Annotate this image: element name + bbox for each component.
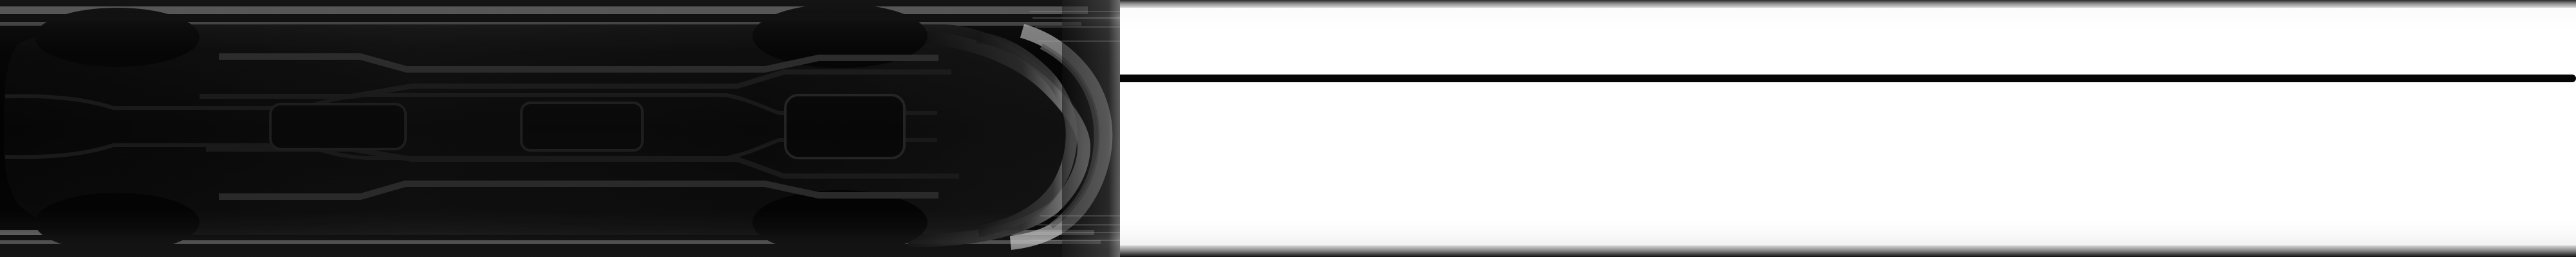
vehicle-scan-shading (0, 0, 1120, 257)
horizontal-black-line (1107, 75, 2576, 82)
white-background-area (1107, 8, 2576, 245)
line-scan-image (0, 0, 2576, 257)
